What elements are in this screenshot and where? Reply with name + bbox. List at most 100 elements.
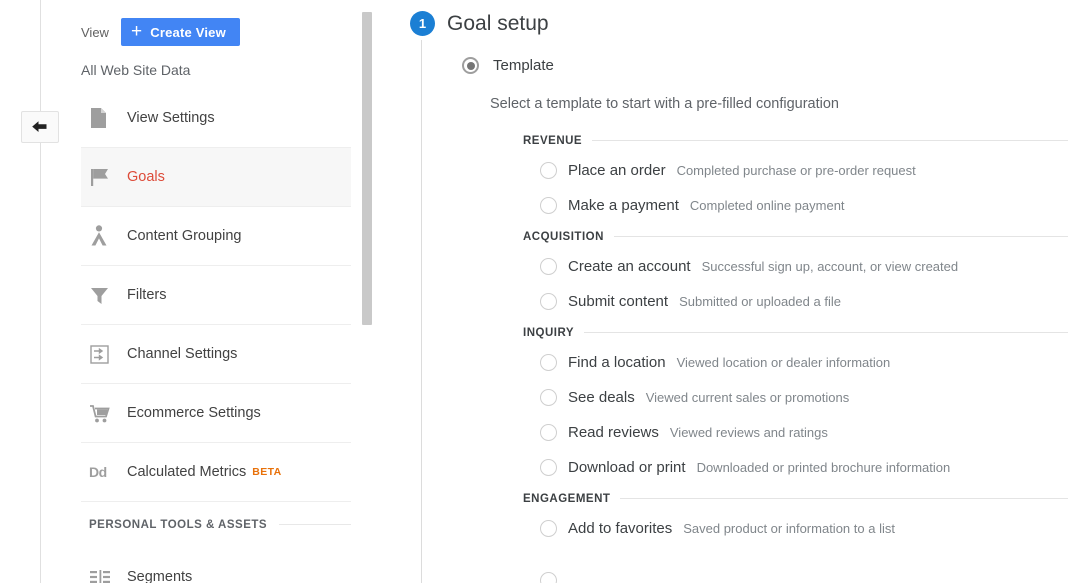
page-title: Goal setup — [447, 12, 549, 35]
goal-setup-panel: 1 Goal setup Template Select a template … — [400, 0, 1086, 583]
group-title: ENGAGEMENT — [523, 492, 611, 505]
option-description: Downloaded or printed brochure informati… — [696, 460, 951, 475]
option-description: Viewed reviews and ratings — [669, 425, 828, 440]
group-title: ACQUISITION — [523, 230, 604, 243]
plus-icon: + — [130, 21, 143, 42]
group-rule — [613, 236, 1068, 237]
funnel-icon — [89, 285, 127, 306]
sidebar-section-label: PERSONAL TOOLS & ASSETS — [89, 518, 268, 531]
option-description: Successful sign up, account, or view cre… — [701, 259, 959, 274]
sidebar-item-label: Content Grouping — [127, 228, 242, 244]
option-description: Viewed location or dealer information — [676, 355, 891, 370]
sidebar-item-label: Channel Settings — [127, 346, 238, 362]
goal-setup-page: View + Create View All Web Site Data Vie… — [0, 0, 1086, 583]
option-label: Add to favorites — [568, 520, 673, 537]
person-icon — [89, 225, 127, 247]
panel-divider — [390, 0, 391, 583]
group-rule — [584, 332, 1068, 333]
option-description: Viewed current sales or promotions — [645, 390, 850, 405]
sidebar-item-text: Ecommerce Settings — [127, 405, 261, 421]
sidebar-item-label: Ecommerce Settings — [127, 405, 261, 421]
template-option-submit-content[interactable]: Submit content Submitted or uploaded a f… — [523, 284, 1068, 319]
option-radio[interactable] — [540, 293, 557, 310]
segments-icon — [89, 569, 127, 583]
template-option-see-deals[interactable]: See deals Viewed current sales or promot… — [523, 380, 1068, 415]
shopping-cart-icon — [89, 403, 127, 424]
option-description: Completed online payment — [689, 198, 845, 213]
template-option-download-or-print[interactable]: Download or print Downloaded or printed … — [523, 450, 1068, 485]
section-rule — [279, 524, 351, 525]
group-header: INQUIRY — [523, 320, 1068, 345]
option-label: Read reviews — [568, 424, 659, 441]
option-radio[interactable] — [540, 459, 557, 476]
option-radio[interactable] — [540, 162, 557, 179]
template-radio[interactable] — [462, 57, 479, 74]
create-view-button[interactable]: + Create View — [120, 18, 240, 46]
flag-icon — [89, 166, 127, 188]
option-radio[interactable] — [540, 258, 557, 275]
template-group-acquisition: ACQUISITION Create an account Successful… — [523, 224, 1068, 319]
group-rule — [620, 498, 1068, 499]
option-description: Completed purchase or pre-order request — [676, 163, 916, 178]
option-radio-clipped[interactable] — [540, 572, 557, 583]
step-connector-line — [421, 40, 422, 583]
sidebar-item-goals[interactable]: Goals — [81, 147, 351, 206]
sidebar-item-filters[interactable]: Filters — [81, 265, 351, 324]
option-description: Saved product or information to a list — [683, 521, 895, 536]
template-option-read-reviews[interactable]: Read reviews Viewed reviews and ratings — [523, 415, 1068, 450]
sidebar-item-view-settings[interactable]: View Settings — [81, 88, 351, 147]
sidebar-item-segments[interactable]: Segments — [81, 547, 351, 583]
group-title: INQUIRY — [523, 326, 574, 339]
sidebar-item-label: Filters — [127, 287, 167, 303]
back-button[interactable] — [21, 111, 59, 143]
group-title: REVENUE — [523, 134, 583, 147]
option-radio[interactable] — [540, 197, 557, 214]
sidebar-item-label: View Settings — [127, 109, 215, 126]
option-radio[interactable] — [540, 354, 557, 371]
template-option-make-a-payment[interactable]: Make a payment Completed online payment — [523, 188, 1068, 223]
sidebar-item-calculated-metrics[interactable]: Dd Calculated Metrics BETA — [81, 442, 351, 501]
step-badge: 1 — [410, 11, 435, 36]
sidebar-item-label: Goals — [127, 169, 165, 185]
sidebar-scrollbar-thumb[interactable] — [362, 12, 372, 325]
template-group-engagement: ENGAGEMENT Add to favorites Saved produc… — [523, 486, 1068, 546]
group-header: ENGAGEMENT — [523, 486, 1068, 511]
template-groups: REVENUE Place an order Completed purchas… — [523, 128, 1068, 547]
group-header: REVENUE — [523, 128, 1068, 153]
dd-icon: Dd — [89, 464, 107, 480]
view-header: View + Create View — [81, 18, 240, 46]
option-label: Make a payment — [568, 197, 679, 214]
sidebar-section-personal-tools: PERSONAL TOOLS & ASSETS — [81, 501, 351, 547]
template-label: Template — [493, 57, 554, 74]
template-description: Select a template to start with a pre-fi… — [490, 96, 839, 112]
template-option-add-to-favorites[interactable]: Add to favorites Saved product or inform… — [523, 511, 1068, 546]
template-radio-row[interactable]: Template — [462, 57, 554, 74]
view-label: View — [81, 24, 109, 40]
group-header: ACQUISITION — [523, 224, 1068, 249]
template-group-inquiry: INQUIRY Find a location Viewed location … — [523, 320, 1068, 485]
document-icon — [89, 107, 127, 129]
template-option-find-a-location[interactable]: Find a location Viewed location or deale… — [523, 345, 1068, 380]
option-label: Place an order — [568, 162, 666, 179]
sidebar-item-ecommerce-settings[interactable]: Ecommerce Settings — [81, 383, 351, 442]
option-radio[interactable] — [540, 389, 557, 406]
sidebar-item-content-grouping[interactable]: Content Grouping — [81, 206, 351, 265]
group-rule — [592, 140, 1068, 141]
view-admin-sidebar: View + Create View All Web Site Data Vie… — [60, 0, 435, 583]
template-option-create-an-account[interactable]: Create an account Successful sign up, ac… — [523, 249, 1068, 284]
option-label: Create an account — [568, 258, 691, 275]
back-arrow-icon — [30, 119, 50, 135]
option-radio[interactable] — [540, 520, 557, 537]
option-radio[interactable] — [540, 424, 557, 441]
channel-arrows-icon — [89, 344, 127, 365]
create-view-button-label: Create View — [150, 24, 226, 40]
template-group-revenue: REVENUE Place an order Completed purchas… — [523, 128, 1068, 223]
sidebar-item-channel-settings[interactable]: Channel Settings — [81, 324, 351, 383]
sidebar-item-label: Calculated Metrics BETA — [127, 464, 282, 480]
template-option-place-an-order[interactable]: Place an order Completed purchase or pre… — [523, 153, 1068, 188]
selected-view-name: All Web Site Data — [81, 62, 191, 78]
sidebar-item-text: Calculated Metrics — [127, 464, 247, 480]
rail-divider — [40, 0, 41, 583]
option-label: Find a location — [568, 354, 666, 371]
option-label: See deals — [568, 389, 635, 406]
